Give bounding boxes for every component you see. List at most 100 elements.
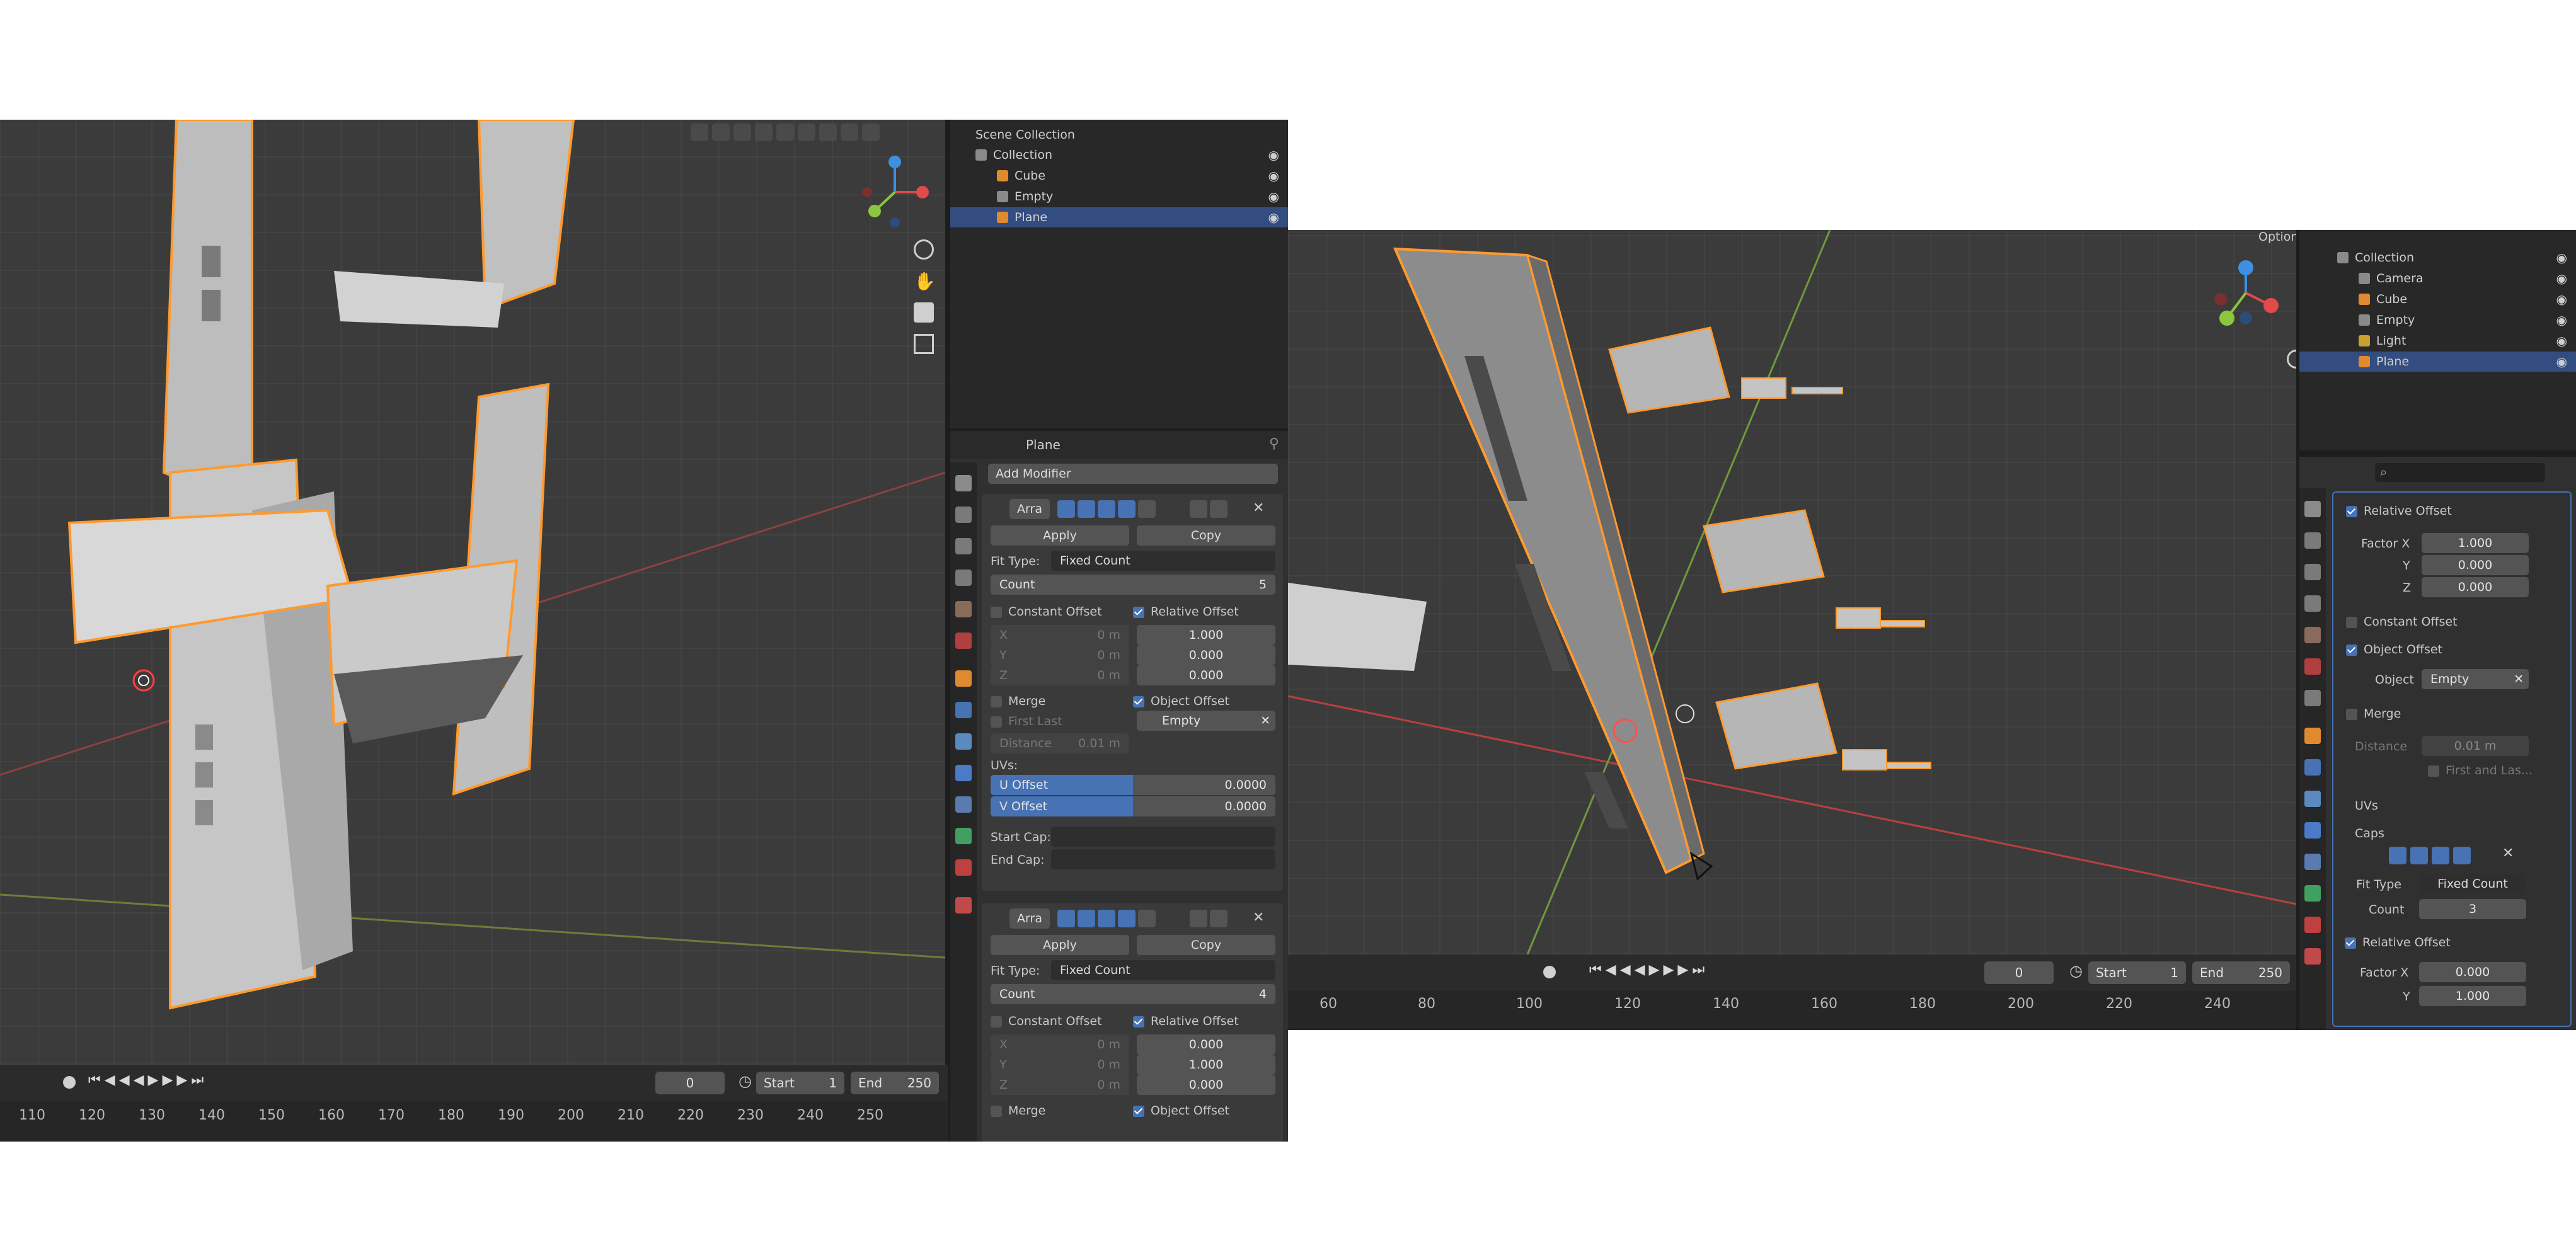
offset-y-field[interactable]: 0.000: [2422, 555, 2529, 575]
properties-editor[interactable]: Plane ⚲ Add Modifier Arra ✕ Apply Copy Fit T…: [950, 431, 1288, 1142]
constant-offset-checkbox[interactable]: [2346, 616, 2357, 628]
relative-offset-x-field[interactable]: 0.000: [1137, 1034, 1275, 1055]
zoom-icon[interactable]: [914, 239, 934, 260]
u-offset-field[interactable]: U Offset 0.0000: [991, 775, 1275, 795]
relative-offset-z-field[interactable]: 0.000: [1137, 665, 1275, 685]
copy-button[interactable]: Copy: [1137, 525, 1275, 546]
caps-subpanel[interactable]: Caps: [2355, 827, 2384, 840]
physics-tab-icon[interactable]: [955, 765, 972, 781]
relative-offset-toggle[interactable]: Relative Offset: [1133, 1014, 1239, 1028]
outliner-item-collection[interactable]: Collection ◉: [950, 145, 1288, 165]
pin-icon[interactable]: ⚲: [1269, 436, 1279, 452]
texture-tab-icon[interactable]: [955, 897, 972, 914]
modifier-tab-icon[interactable]: [2304, 759, 2321, 776]
clear-icon[interactable]: ✕: [2514, 672, 2524, 686]
render-icon[interactable]: [1118, 500, 1136, 518]
move-down-icon[interactable]: [1210, 910, 1228, 927]
camera-view-icon[interactable]: [914, 302, 934, 323]
move-up-icon[interactable]: [1190, 910, 1207, 927]
modifier-toggle-icons[interactable]: [1057, 910, 1158, 927]
remove-modifier-icon[interactable]: ✕: [1253, 500, 1264, 516]
properties-tabs[interactable]: [950, 462, 977, 1142]
move-up-icon[interactable]: [1190, 500, 1207, 518]
offset-z-field[interactable]: 0.000: [2422, 577, 2529, 597]
object-tab-icon[interactable]: [2304, 728, 2321, 744]
relative-offset-toggle[interactable]: Relative Offset: [2345, 936, 2451, 949]
relative-offset-toggle[interactable]: Relative Offset: [1133, 605, 1239, 619]
timeline[interactable]: ⏮◀◀◀▶▶▶⏭ 0 ◷ Start 1 End 250 60 80 100 120 1…: [1288, 954, 2296, 1030]
add-modifier-dropdown[interactable]: Add Modifier: [988, 464, 1278, 484]
realtime-icon[interactable]: [2432, 847, 2449, 864]
outliner-item-empty[interactable]: Empty ◉: [2299, 310, 2576, 330]
merge-checkbox[interactable]: [991, 696, 1002, 707]
cage-icon[interactable]: [1078, 500, 1095, 518]
timeline[interactable]: ⏮◀◀◀▶▶▶⏭ 0 ◷ Start 1 End 250 110 120 130 14…: [0, 1065, 948, 1142]
playback-controls[interactable]: ⏮◀◀◀▶▶▶⏭: [88, 1072, 207, 1088]
visibility-eye-icon[interactable]: ◉: [2556, 271, 2567, 286]
relative-offset-z-field[interactable]: 0.000: [1137, 1075, 1275, 1095]
texture-tab-icon[interactable]: [2304, 948, 2321, 965]
edit-mode-icon[interactable]: [1057, 500, 1075, 518]
relative-offset-checkbox[interactable]: [2345, 937, 2356, 949]
first-last-toggle[interactable]: First Last: [991, 714, 1062, 728]
properties-tabs[interactable]: [2299, 488, 2326, 1030]
constant-offset-y-field[interactable]: Y 0 m: [991, 645, 1129, 665]
vertex-icon[interactable]: [1138, 910, 1156, 927]
apply-button[interactable]: Apply: [991, 525, 1129, 546]
object-field[interactable]: Empty ✕: [2422, 669, 2529, 689]
frame-ruler[interactable]: 60 80 100 120 140 160 180 200 220 240: [1288, 996, 2296, 1021]
constant-offset-checkbox[interactable]: [991, 606, 1002, 618]
outliner-scene-collection[interactable]: Scene Collection: [950, 125, 1288, 145]
record-icon[interactable]: [1543, 966, 1556, 978]
current-frame-field[interactable]: 0: [655, 1072, 725, 1094]
clear-icon[interactable]: ✕: [1260, 714, 1270, 728]
constant-offset-toggle[interactable]: Constant Offset: [2346, 615, 2458, 629]
relative-offset-y-field[interactable]: 1.000: [1137, 1055, 1275, 1075]
grid-view-icon[interactable]: [914, 334, 934, 354]
viewport-header-tools[interactable]: [687, 123, 880, 144]
outliner[interactable]: Collection ◉ Camera ◉ Cube ◉ Empty ◉ Light ◉ Plane…: [2299, 230, 2576, 450]
move-down-icon[interactable]: [1210, 500, 1228, 518]
factor-x-field[interactable]: 1.000: [2422, 533, 2529, 553]
end-cap-field[interactable]: [1051, 849, 1275, 869]
end-frame-field[interactable]: End 250: [2192, 961, 2290, 984]
merge-checkbox[interactable]: [991, 1105, 1002, 1117]
outliner-item-light[interactable]: Light ◉: [2299, 331, 2576, 351]
visibility-eye-icon[interactable]: ◉: [2556, 354, 2567, 369]
relative-offset-toggle[interactable]: Relative Offset: [2346, 504, 2452, 518]
modifier-toggle-icons[interactable]: [1057, 500, 1158, 518]
outliner[interactable]: Scene Collection Collection ◉ Cube ◉ Empty ◉ P…: [950, 120, 1288, 428]
constant-offset-x-field[interactable]: X 0 m: [991, 625, 1129, 645]
offset-y-field[interactable]: 1.000: [2419, 986, 2526, 1006]
fit-type-dropdown[interactable]: Fixed Count: [1051, 551, 1275, 571]
viewport-3d[interactable]: ✋: [0, 120, 945, 1065]
current-frame-field[interactable]: 0: [1984, 961, 2054, 984]
constraints-tab-icon[interactable]: [955, 796, 972, 813]
distance-field[interactable]: 0.01 m: [2422, 736, 2529, 756]
outliner-item-plane[interactable]: Plane ◉: [2299, 352, 2576, 372]
start-frame-field[interactable]: Start 1: [756, 1072, 844, 1094]
distance-field[interactable]: Distance 0.01 m: [991, 733, 1129, 753]
data-tab-icon[interactable]: [955, 828, 972, 844]
start-frame-field[interactable]: Start 1: [2088, 961, 2186, 984]
visibility-eye-icon[interactable]: ◉: [1268, 168, 1279, 183]
merge-checkbox[interactable]: [2346, 708, 2357, 720]
playback-controls[interactable]: ⏮◀◀◀▶▶▶⏭: [1589, 962, 1708, 978]
count-field[interactable]: Count 4: [991, 984, 1275, 1004]
constant-offset-x-field[interactable]: X 0 m: [991, 1034, 1129, 1055]
edit-mode-icon[interactable]: [2389, 847, 2406, 864]
cage-icon[interactable]: [2410, 847, 2428, 864]
visibility-eye-icon[interactable]: ◉: [2556, 292, 2567, 307]
frame-ruler[interactable]: 110 120 130 140 150 160 170 180 190 200 210 220 230 2…: [0, 1108, 948, 1133]
edit-mode-icon[interactable]: [1057, 910, 1075, 927]
relative-offset-checkbox[interactable]: [1133, 1016, 1144, 1028]
navigation-gizmo[interactable]: [857, 154, 933, 230]
material-tab-icon[interactable]: [955, 859, 972, 876]
vertex-icon[interactable]: [1138, 500, 1156, 518]
constraints-tab-icon[interactable]: [2304, 854, 2321, 870]
constant-offset-z-field[interactable]: Z 0 m: [991, 1075, 1129, 1095]
viewport-3d[interactable]: Options: [1288, 230, 2296, 954]
particles-tab-icon[interactable]: [2304, 791, 2321, 807]
object-offset-toggle[interactable]: Object Offset: [2346, 643, 2442, 656]
constant-offset-checkbox[interactable]: [991, 1016, 1002, 1028]
